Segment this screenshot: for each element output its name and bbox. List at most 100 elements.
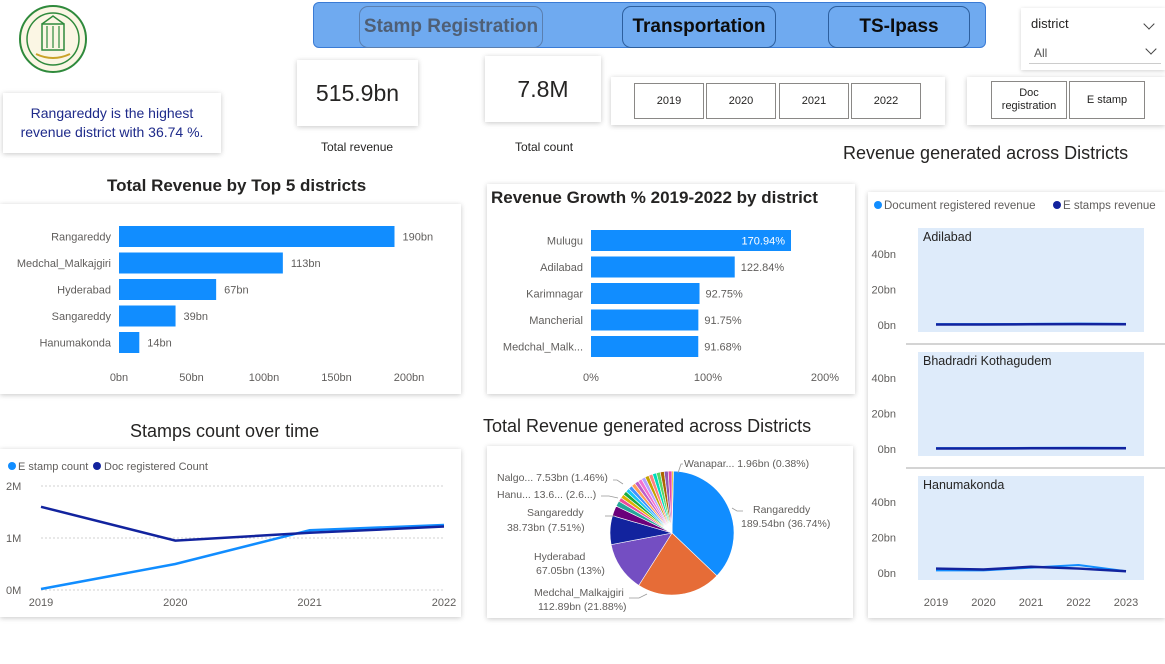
category-label: Adilabad: [540, 262, 583, 274]
transportation-button[interactable]: Transportation: [622, 6, 776, 48]
insight-text-content: Rangareddy is the highest revenue distri…: [20, 105, 204, 140]
district-slicer-title: district: [1031, 16, 1069, 31]
insight-text: Rangareddy is the highest revenue distri…: [3, 93, 221, 153]
data-label: 113bn: [291, 258, 321, 270]
y-tick-label: 0bn: [878, 444, 896, 456]
y-tick-label: 20bn: [872, 533, 896, 545]
stamps-line-chart: E stamp count Doc registered Count 0M 1M 2M 2…: [6, 461, 456, 609]
bar: [119, 305, 176, 327]
legend-marker: [93, 462, 101, 470]
total-revenue-value: 515.9bn: [315, 79, 400, 106]
chevron-down-icon[interactable]: [1143, 18, 1155, 30]
slice-label: Wanapar... 1.96bn (0.38%): [684, 458, 809, 470]
x-tick-label: 2020: [163, 597, 187, 609]
data-label: 170.94%: [742, 236, 786, 248]
bar: [119, 252, 283, 274]
data-label: 39bn: [184, 311, 208, 323]
bar: [119, 332, 140, 353]
ts-ipass-button[interactable]: TS-Ipass: [828, 6, 970, 48]
category-label: Hyderabad: [57, 285, 111, 297]
leader-line: [629, 593, 648, 599]
government-logo: [18, 4, 88, 74]
district-slicer: district All: [1021, 8, 1165, 70]
x-tick-label: 2020: [971, 597, 995, 609]
total-count-card: 7.8M: [485, 56, 601, 122]
data-label: 122.84%: [741, 262, 785, 274]
legend-label: Doc registered Count: [104, 461, 208, 473]
doc-registration-button[interactable]: Doc registration: [991, 81, 1067, 119]
data-label: 92.75%: [706, 289, 744, 301]
panel-title: Adilabad: [923, 230, 972, 244]
e-stamp-button[interactable]: E stamp: [1069, 81, 1145, 119]
stamps-chart-title: Stamps count over time: [130, 421, 320, 441]
top5-districts-chart[interactable]: Rangareddy 190bn Medchal_Malkajgiri 113bn Hy…: [0, 204, 461, 394]
year-button-2021[interactable]: 2021: [779, 83, 849, 119]
chevron-down-icon: [1145, 43, 1157, 55]
leader-line: [601, 495, 619, 499]
registration-type-slicer: Doc registration E stamp: [967, 77, 1165, 125]
x-tick-label: 100%: [694, 372, 722, 384]
stamps-count-chart[interactable]: E stamp count Doc registered Count 0M 1M 2M 2…: [0, 449, 461, 617]
report-navigation: Stamp Registration Transportation TS-Ipa…: [313, 2, 986, 48]
growth-bar-chart: Mulugu 170.94% Adilabad 122.84% Karimnagar 92…: [503, 230, 839, 384]
slice-label: Medchal_Malkajgiri: [534, 587, 624, 599]
x-tick-label: 200bn: [394, 372, 425, 384]
bar: [591, 309, 699, 331]
year-button-2020[interactable]: 2020: [706, 83, 776, 119]
slice-label: Nalgo... 7.53bn (1.46%): [497, 472, 608, 484]
category-label: Hanumakonda: [39, 338, 111, 350]
district-revenue-lines[interactable]: Document registered revenue E stamps reve…: [868, 192, 1165, 618]
growth-chart-title: Revenue Growth % 2019-2022 by district: [491, 188, 818, 207]
district-lines-title: Revenue generated across Districts: [843, 143, 1129, 163]
y-tick-label: 40bn: [872, 497, 896, 509]
category-label: Medchal_Malk...: [503, 342, 583, 354]
x-tick-label: 2021: [1019, 597, 1043, 609]
stamp-registration-button[interactable]: Stamp Registration: [359, 6, 543, 48]
y-tick-label: 2M: [6, 481, 21, 493]
data-label: 91.68%: [704, 342, 742, 354]
slice-label: 67.05bn (13%): [536, 565, 605, 577]
slice-label: Hyderabad: [534, 551, 586, 563]
x-tick-label: 0bn: [110, 372, 128, 384]
x-tick-label: 2019: [29, 597, 53, 609]
year-button-2022[interactable]: 2022: [851, 83, 921, 119]
category-label: Rangareddy: [51, 232, 111, 244]
panel-title: Bhadradri Kothagudem: [923, 354, 1052, 368]
total-revenue-label: Total revenue: [321, 140, 394, 154]
panel-title: Hanumakonda: [923, 478, 1004, 492]
bar: [591, 283, 700, 304]
district-dropdown[interactable]: All: [1029, 40, 1161, 64]
bar: [119, 279, 217, 300]
series-line: [40, 523, 445, 591]
data-label: 67bn: [224, 285, 248, 297]
legend-marker: [874, 201, 882, 209]
legend-label: Document registered revenue: [884, 200, 1036, 212]
x-tick-label: 2021: [297, 597, 321, 609]
x-tick-label: 2022: [432, 597, 456, 609]
district-revenue-pie[interactable]: Wanapar... 1.96bn (0.38%) Rangareddy 189.5…: [487, 446, 853, 618]
y-tick-label: 40bn: [872, 249, 896, 261]
slice-label: 189.54bn (36.74%): [741, 518, 830, 530]
category-label: Karimnagar: [526, 289, 583, 301]
category-label: Mancherial: [529, 315, 583, 327]
bar: [591, 256, 735, 278]
x-tick-label: 50bn: [179, 372, 203, 384]
legend-marker: [1053, 201, 1061, 209]
legend-label: E stamps revenue: [1063, 200, 1156, 212]
x-tick-label: 0%: [583, 372, 599, 384]
legend-label: E stamp count: [18, 461, 88, 473]
district-small-multiples: Document registered revenue E stamps reve…: [872, 200, 1165, 609]
slice-label: 112.89bn (21.88%): [538, 601, 627, 613]
leader-line: [613, 479, 624, 485]
x-tick-label: 100bn: [249, 372, 280, 384]
slice-label: 38.73bn (7.51%): [507, 522, 585, 534]
x-tick-label: 2023: [1114, 597, 1138, 609]
x-tick-label: 200%: [811, 372, 839, 384]
bar: [591, 336, 699, 357]
revenue-growth-chart[interactable]: Revenue Growth % 2019-2022 by district M…: [487, 184, 855, 394]
data-label: 14bn: [147, 338, 171, 350]
y-tick-label: 1M: [6, 533, 21, 545]
total-count-value: 7.8M: [517, 75, 569, 102]
year-button-2019[interactable]: 2019: [634, 83, 704, 119]
district-dropdown-value: All: [1034, 46, 1048, 60]
